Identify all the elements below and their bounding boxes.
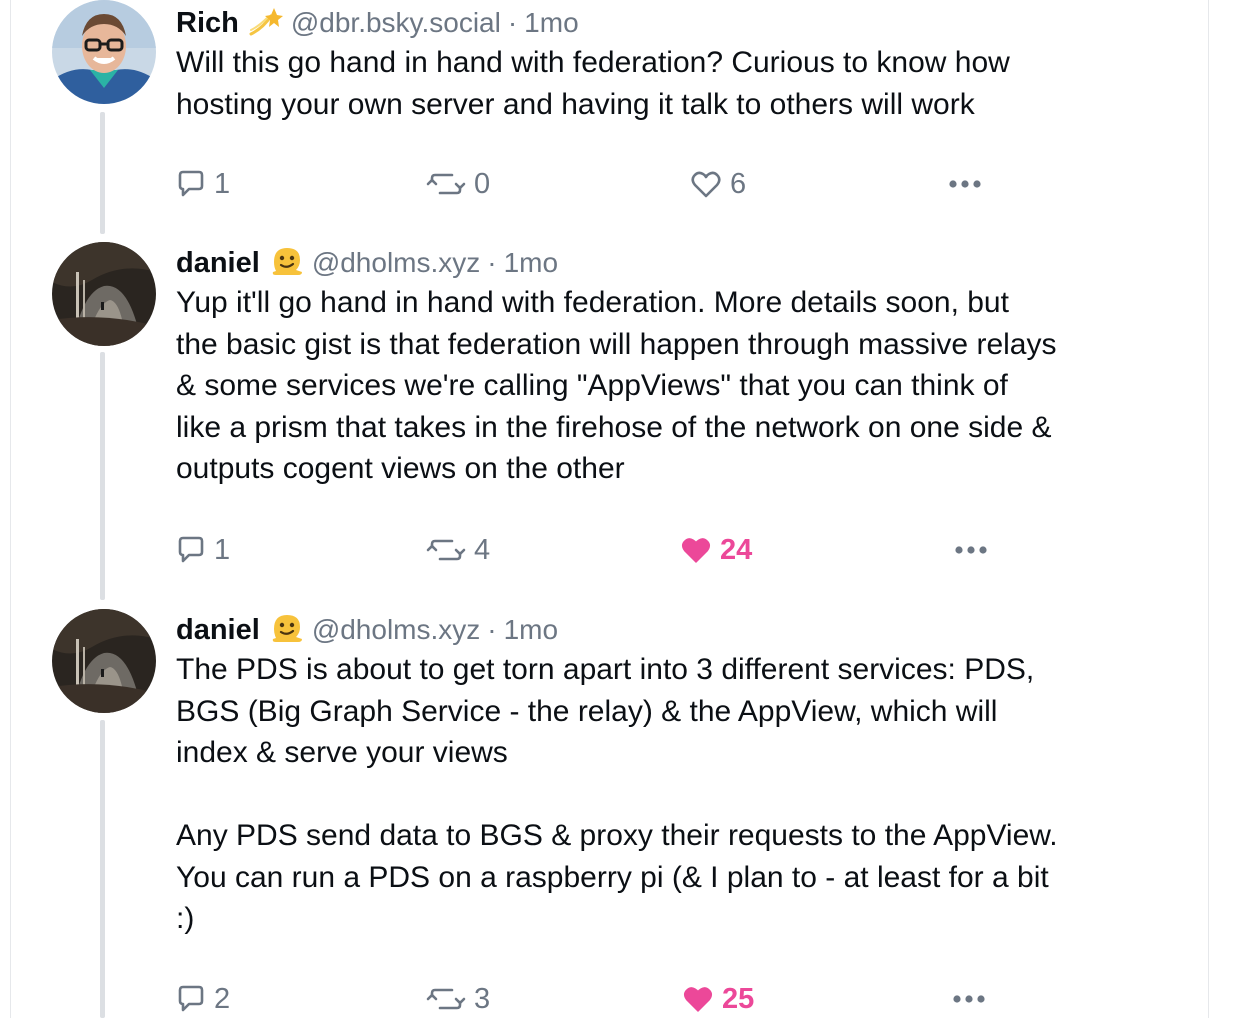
repost-button[interactable]: 0 (426, 164, 490, 204)
reply-button[interactable]: 1 (176, 530, 230, 570)
meta-separator: · (487, 614, 497, 645)
post-header: Rich @dbr.bsky.social · 1mo (176, 2, 1176, 42)
post-text: Will this go hand in hand with federatio… (176, 46, 1010, 121)
ellipsis-icon (953, 995, 985, 1003)
repost-button[interactable]: 3 (426, 979, 490, 1019)
thread-connector-line (100, 720, 105, 1018)
author-name[interactable]: daniel (176, 614, 260, 647)
meta-separator: · (487, 247, 497, 278)
reply-button[interactable]: 1 (176, 164, 230, 204)
thread-connector-line (100, 352, 105, 600)
more-options-button[interactable] (954, 530, 988, 570)
avatar[interactable] (52, 609, 156, 713)
post-actions: 1 4 24 (176, 530, 996, 570)
like-count: 6 (730, 167, 747, 200)
author-handle[interactable]: @dholms.xyz (312, 247, 480, 279)
ellipsis-icon (955, 546, 987, 554)
like-button[interactable]: 25 (682, 979, 754, 1019)
author-handle[interactable]: @dbr.bsky.social (291, 7, 501, 39)
ellipsis-icon (949, 180, 981, 188)
post-timestamp[interactable]: 1mo (504, 614, 558, 646)
reply-bubble-icon (178, 170, 204, 197)
avatar[interactable] (52, 0, 156, 104)
like-button[interactable]: 24 (680, 530, 752, 570)
post-content: daniel @dholms.xyz · 1mo The PDS is abou… (176, 609, 1176, 940)
timeline-right-border (1208, 0, 1209, 1018)
shooting-star-emoji-icon (249, 6, 283, 36)
reply-bubble-icon (178, 536, 204, 563)
repost-count: 0 (474, 167, 491, 200)
repost-icon (426, 988, 466, 1010)
post-header: daniel @dholms.xyz · 1mo (176, 242, 1176, 282)
more-options-button[interactable] (952, 979, 986, 1019)
repost-count: 3 (474, 982, 491, 1015)
post-text: Yup it'll go hand in hand with federatio… (176, 286, 1057, 485)
reply-count: 1 (214, 533, 231, 566)
repost-icon (426, 173, 466, 195)
reply-bubble-icon (178, 985, 204, 1012)
like-count: 25 (722, 982, 755, 1015)
post-text: The PDS is about to get torn apart into … (176, 653, 1058, 935)
reply-button[interactable]: 2 (176, 979, 230, 1019)
repost-count: 4 (474, 533, 491, 566)
post-timestamp[interactable]: 1mo (504, 247, 558, 279)
heart-outline-icon (691, 171, 721, 198)
post-content: daniel @dholms.xyz · 1mo Yup it'll go ha… (176, 242, 1176, 490)
post-timestamp[interactable]: 1mo (524, 7, 578, 39)
avatar-photo-daniel (52, 609, 156, 713)
timeline-left-border (10, 0, 11, 1018)
reply-count: 1 (214, 167, 231, 200)
like-count: 24 (720, 533, 753, 566)
melting-face-emoji-icon (270, 246, 304, 276)
like-button[interactable]: 6 (690, 164, 746, 204)
more-options-button[interactable] (948, 164, 982, 204)
reply-count: 2 (214, 982, 231, 1015)
avatar[interactable] (52, 242, 156, 346)
avatar-photo-daniel (52, 242, 156, 346)
post-actions: 1 0 6 (176, 164, 996, 204)
post-actions: 2 3 25 (176, 979, 996, 1019)
heart-filled-icon (683, 987, 713, 1012)
melting-face-emoji-icon (270, 613, 304, 643)
meta-separator: · (507, 7, 518, 38)
author-name[interactable]: Rich (176, 7, 239, 40)
heart-filled-icon (681, 538, 711, 563)
post-content: Rich @dbr.bsky.social · 1mo Will this go… (176, 2, 1176, 125)
post-header: daniel @dholms.xyz · 1mo (176, 609, 1176, 649)
author-name[interactable]: daniel (176, 247, 260, 280)
repost-button[interactable]: 4 (426, 530, 490, 570)
thread-connector-line (100, 112, 105, 234)
avatar-photo-rich (52, 0, 156, 104)
repost-icon (426, 539, 466, 561)
author-handle[interactable]: @dholms.xyz (312, 614, 480, 646)
